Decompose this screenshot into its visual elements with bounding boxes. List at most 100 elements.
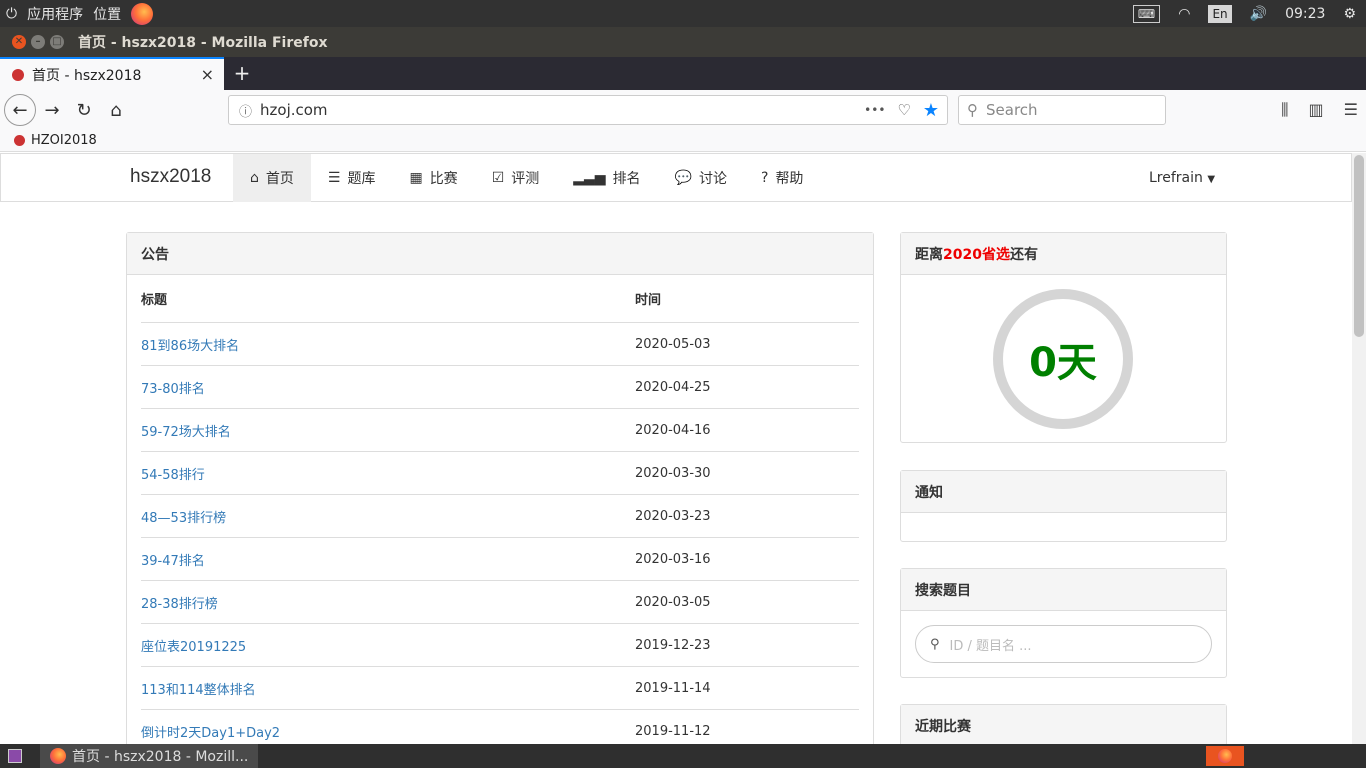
url-text[interactable]: hzoj.com (260, 101, 328, 119)
apps-menu[interactable]: 应用程序 (27, 4, 83, 24)
close-window-icon[interactable]: ✕ (12, 35, 26, 49)
comments-icon: 💬 (674, 170, 692, 186)
page-content: hszx2018 ⌂ 首页 ☰ 题库 ▦ 比赛 ☑ 评测 ▂▃▅ 排名 💬 讨论 ? 帮助 L… (0, 153, 1366, 744)
power-icon[interactable]: ⏻ (6, 6, 17, 22)
menu-judge[interactable]: ☑ 评测 (475, 154, 557, 202)
user-dropdown[interactable]: Lrefrain ▼ (1149, 170, 1215, 186)
announcement-link[interactable]: 39-47排名 (141, 554, 205, 569)
table-row: 倒计时2天Day1+Day2 2019-11-12 (141, 709, 859, 744)
scrollbar-thumb[interactable] (1354, 155, 1364, 337)
back-button[interactable]: ← (4, 94, 36, 126)
tab-bar: 首页 - hszx2018 × + (0, 57, 1366, 90)
menu-home-label: 首页 (265, 171, 294, 187)
menu-judge-label: 评测 (511, 171, 540, 187)
reload-button[interactable]: ↻ (68, 94, 100, 126)
wifi-icon[interactable]: ◠ (1178, 6, 1190, 22)
column-title: 标题 (141, 293, 168, 308)
system-top-bar: ⏻ 应用程序 位置 ⌨ ◠ En 🔊 09:23 ⚙ (0, 0, 1366, 27)
settings-gear-icon[interactable]: ⚙ (1343, 6, 1356, 22)
menu-help-label: 帮助 (775, 171, 804, 187)
firefox-icon (50, 748, 66, 764)
pocket-icon[interactable]: ♡ (897, 101, 910, 119)
page-scrollbar[interactable] (1352, 153, 1366, 744)
browser-toolbar: ← → ↻ ⌂ ⓘ hzoj.com ••• ♡ ★ ⚲ Search ⫼ ▥ … (0, 90, 1366, 130)
search-icon: ⚲ (967, 101, 978, 119)
announcement-time: 2020-04-25 (635, 379, 711, 395)
countdown-circle: 0天 (993, 289, 1133, 429)
table-row: 48—53排行榜 2020-03-23 (141, 494, 859, 537)
countdown-panel: 距离 2020省选 还有 0天 (900, 232, 1227, 443)
home-button[interactable]: ⌂ (100, 94, 132, 126)
forward-button[interactable]: → (36, 94, 68, 126)
new-tab-button[interactable]: + (230, 59, 254, 87)
menu-contests[interactable]: ▦ 比赛 (392, 154, 474, 202)
bookmark-star-icon[interactable]: ★ (923, 100, 939, 121)
menu-discussion-label: 讨论 (699, 171, 727, 187)
menu-help[interactable]: ? 帮助 (744, 154, 820, 202)
volume-icon[interactable]: 🔊 (1250, 6, 1267, 22)
countdown-prefix: 距离 (915, 246, 943, 263)
menu-discussion[interactable]: 💬 讨论 (658, 154, 744, 202)
firefox-icon (1218, 749, 1232, 763)
maximize-window-icon[interactable]: □ (50, 35, 64, 49)
search-icon: ⚲ (930, 636, 940, 652)
table-row: 54-58排行 2020-03-30 (141, 451, 859, 494)
table-row: 座位表20191225 2019-12-23 (141, 623, 859, 666)
announcement-time: 2019-11-14 (635, 680, 711, 696)
announcement-link[interactable]: 113和114整体排名 (141, 683, 256, 698)
announcement-link[interactable]: 座位表20191225 (141, 640, 246, 655)
menu-icon[interactable]: ☰ (1344, 100, 1358, 120)
taskbar-firefox-window[interactable]: 首页 - hszx2018 - Mozill... (40, 744, 259, 768)
question-icon: ? (761, 170, 769, 186)
menu-contests-label: 比赛 (429, 171, 458, 187)
info-icon[interactable]: ⓘ (239, 101, 252, 120)
show-desktop-icon[interactable] (8, 749, 22, 763)
announcement-link[interactable]: 48—53排行榜 (141, 511, 226, 526)
announcement-link[interactable]: 59-72场大排名 (141, 425, 231, 440)
menu-home[interactable]: ⌂ 首页 (233, 154, 311, 202)
menu-ranking[interactable]: ▂▃▅ 排名 (556, 154, 657, 202)
announcement-link[interactable]: 倒计时2天Day1+Day2 (141, 726, 280, 741)
site-brand[interactable]: hszx2018 (130, 166, 211, 188)
table-row: 59-72场大排名 2020-04-16 (141, 408, 859, 451)
announcement-time: 2020-05-03 (635, 336, 711, 352)
search-problem-panel: 搜索题目 ⚲ ID / 题目名 ... (900, 568, 1227, 678)
announcement-link[interactable]: 54-58排行 (141, 468, 205, 483)
menu-problems[interactable]: ☰ 题库 (311, 154, 393, 202)
clock[interactable]: 09:23 (1285, 6, 1325, 22)
search-placeholder[interactable]: Search (986, 101, 1038, 119)
firefox-icon[interactable] (131, 2, 154, 25)
menu-problems-label: 题库 (347, 171, 376, 187)
menu-ranking-label: 排名 (612, 171, 641, 187)
page-actions-icon[interactable]: ••• (864, 103, 885, 117)
announcement-link[interactable]: 81到86场大排名 (141, 339, 239, 354)
window-title-bar: ✕ – □ 首页 - hszx2018 - Mozilla Firefox (0, 27, 1366, 57)
tab-close-icon[interactable]: × (201, 65, 214, 84)
problem-search-input[interactable]: ⚲ ID / 题目名 ... (915, 625, 1212, 663)
sidebar-icon[interactable]: ▥ (1309, 100, 1324, 120)
notice-panel: 通知 (900, 470, 1227, 542)
announcements-panel: 公告 标题 时间 81到86场大排名 2020-05-03 73-80排名 2020-… (126, 232, 874, 744)
announcement-time: 2020-03-30 (635, 465, 711, 481)
minimize-window-icon[interactable]: – (31, 35, 45, 49)
search-bar[interactable]: ⚲ Search (958, 95, 1166, 125)
library-icon[interactable]: ⫼ (1281, 100, 1288, 120)
announcements-table: 标题 时间 81到86场大排名 2020-05-03 73-80排名 2020-04-… (141, 275, 859, 744)
places-menu[interactable]: 位置 (93, 4, 121, 24)
announcement-time: 2020-03-23 (635, 508, 711, 524)
tab-home[interactable]: 首页 - hszx2018 × (0, 57, 224, 90)
announcement-link[interactable]: 28-38排行榜 (141, 597, 218, 612)
keyboard-icon[interactable]: ⌨ (1132, 4, 1161, 23)
announcement-link[interactable]: 73-80排名 (141, 382, 205, 397)
username: Lrefrain (1149, 170, 1203, 186)
tab-title: 首页 - hszx2018 (32, 67, 142, 84)
url-bar[interactable]: ⓘ hzoj.com ••• ♡ ★ (228, 95, 948, 125)
table-row: 113和114整体排名 2019-11-14 (141, 666, 859, 709)
search-problem-title: 搜索题目 (901, 569, 1226, 611)
language-indicator[interactable]: En (1208, 4, 1232, 23)
site-favicon-icon (12, 68, 24, 81)
announcements-title: 公告 (127, 233, 873, 275)
workspace-switcher[interactable] (1206, 746, 1244, 766)
bookmark-hzoi2018[interactable]: HZOI2018 (31, 133, 97, 148)
announcement-time: 2019-12-23 (635, 637, 711, 653)
